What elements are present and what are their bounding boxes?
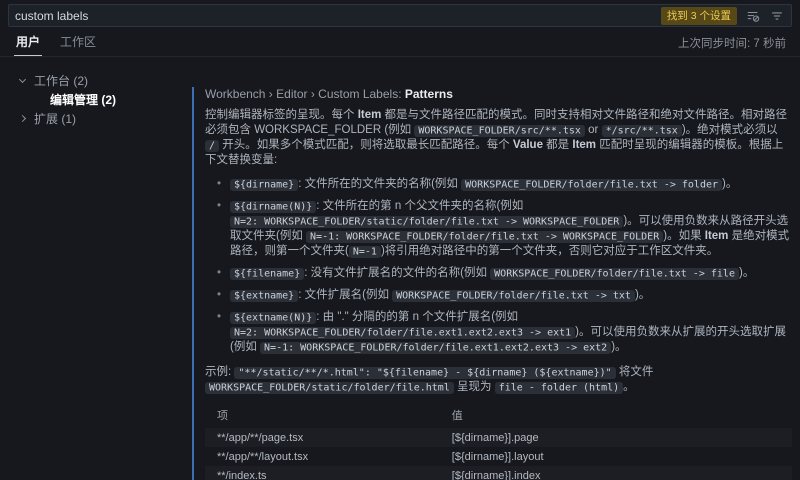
settings-content: Workbench › Editor › Custom Labels: Patt… (192, 57, 800, 480)
row-value: [${dirname}].layout (440, 449, 792, 465)
variable-dirname: ${dirname}: 文件所在的文件夹的名称(例如 WORKSPACE_FOL… (217, 177, 792, 192)
row-key: **/app/**/page.tsx (205, 430, 440, 446)
variable-dirname-n: ${dirname(N)}: 文件所在的第 n 个父文件夹的名称(例如 N=2:… (217, 199, 792, 259)
settings-scope-bar: 用户 工作区 上次同步时间: 7 秒前 (0, 30, 800, 57)
table-row[interactable]: **/index.ts [${dirname}].index (205, 466, 792, 480)
column-header-value: 值 (440, 407, 792, 423)
setting-example: 示例: "**/static/**/*.html": "${filename} … (205, 365, 792, 395)
toc-label: 工作台 (2) (34, 72, 88, 89)
sync-status-label: 上次同步时间: 7 秒前 (678, 35, 786, 51)
search-input[interactable] (15, 9, 653, 23)
settings-search-bar: 找到 3 个设置 (0, 0, 800, 30)
setting-custom-labels-patterns: Workbench › Editor › Custom Labels: Patt… (192, 87, 792, 480)
settings-toc: 工作台 (2) 编辑管理 (2) 扩展 (1) (0, 57, 192, 480)
table-row[interactable]: **/app/**/page.tsx [${dirname}].page (205, 428, 792, 447)
patterns-table-header: 项 值 (205, 405, 792, 428)
toc-label: 扩展 (1) (34, 110, 76, 127)
table-row[interactable]: **/app/**/layout.tsx [${dirname}].layout (205, 447, 792, 466)
chevron-down-icon (19, 76, 26, 83)
toc-item-extensions[interactable]: 扩展 (1) (0, 109, 192, 128)
results-count-badge: 找到 3 个设置 (661, 7, 737, 25)
clear-filters-icon[interactable] (745, 8, 761, 24)
variable-extname-n: ${extname(N)}: 由 "." 分隔的的第 n 个文件扩展名(例如 N… (217, 310, 792, 355)
breadcrumb-path: Workbench › Editor › Custom Labels: (205, 87, 405, 101)
toc-item-workbench[interactable]: 工作台 (2) (0, 71, 192, 90)
toc-item-editor-management[interactable]: 编辑管理 (2) (0, 90, 192, 109)
row-value: [${dirname}].index (440, 468, 792, 480)
column-header-item: 项 (205, 407, 440, 423)
variable-filename: ${filename}: 没有文件扩展名的文件的名称(例如 WORKSPACE_… (217, 266, 792, 281)
tab-user[interactable]: 用户 (14, 28, 42, 56)
setting-breadcrumb: Workbench › Editor › Custom Labels: Patt… (205, 87, 792, 101)
patterns-table: 项 值 **/app/**/page.tsx [${dirname}].page… (205, 405, 792, 480)
row-value: [${dirname}].page (440, 430, 792, 446)
scope-tabs: 用户 工作区 (14, 30, 98, 56)
variable-extname: ${extname}: 文件扩展名(例如 WORKSPACE_FOLDER/fo… (217, 288, 792, 303)
tab-workspace[interactable]: 工作区 (58, 28, 98, 56)
setting-description: 控制编辑器标签的呈现。每个 Item 都是与文件路径匹配的模式。同时支持相对文件… (205, 108, 792, 168)
chevron-right-icon (19, 115, 26, 122)
variable-list: ${dirname}: 文件所在的文件夹的名称(例如 WORKSPACE_FOL… (217, 177, 792, 355)
settings-search-box[interactable]: 找到 3 个设置 (8, 4, 792, 27)
row-key: **/app/**/layout.tsx (205, 449, 440, 465)
toc-label: 编辑管理 (2) (50, 91, 116, 108)
filter-icon[interactable] (769, 8, 785, 24)
row-key: **/index.ts (205, 468, 440, 480)
setting-title: Patterns (405, 87, 453, 101)
